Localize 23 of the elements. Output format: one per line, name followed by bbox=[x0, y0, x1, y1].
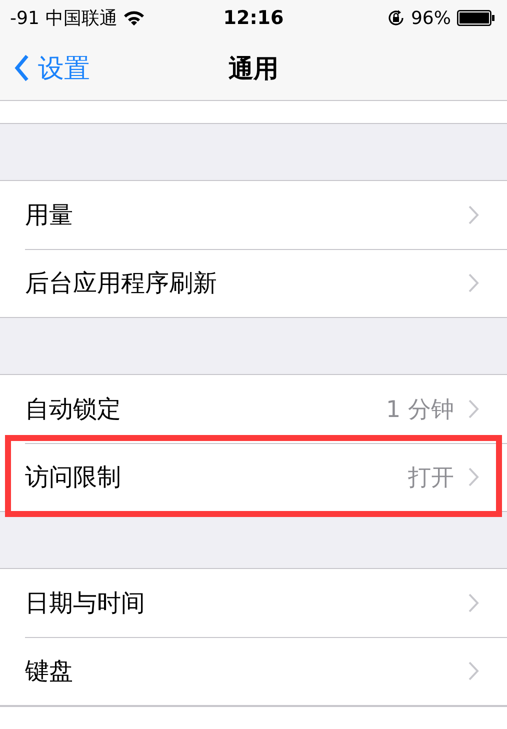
carrier-name: 中国联通 bbox=[45, 7, 118, 30]
chevron-right-icon bbox=[468, 399, 479, 419]
setting-label[interactable]: 用量 bbox=[25, 199, 454, 231]
signal-strength: -91 bbox=[10, 8, 40, 28]
setting-label[interactable]: 访问限制 bbox=[25, 461, 394, 493]
setting-label[interactable]: 键盘 bbox=[25, 655, 454, 687]
setting-value: 1 分钟 bbox=[386, 396, 454, 424]
setting-label[interactable]: 自动锁定 bbox=[25, 393, 372, 425]
chevron-left-icon bbox=[14, 54, 30, 82]
chevron-right-icon bbox=[468, 467, 479, 487]
page-title: 通用 bbox=[228, 52, 278, 84]
chevron-right-icon bbox=[468, 273, 479, 293]
setting-value: 打开 bbox=[408, 464, 454, 492]
clock-time: 12:16 bbox=[223, 7, 284, 29]
chevron-right-icon bbox=[468, 205, 479, 225]
battery-percent: 96% bbox=[410, 8, 451, 28]
setting-label[interactable]: 日期与时间 bbox=[25, 587, 454, 619]
wifi-icon bbox=[123, 10, 146, 26]
chevron-right-icon bbox=[468, 661, 479, 681]
rotation-lock-icon bbox=[386, 9, 405, 27]
battery-icon bbox=[457, 10, 495, 26]
setting-label[interactable]: 后台应用程序刷新 bbox=[25, 267, 454, 299]
chevron-right-icon bbox=[468, 593, 479, 613]
